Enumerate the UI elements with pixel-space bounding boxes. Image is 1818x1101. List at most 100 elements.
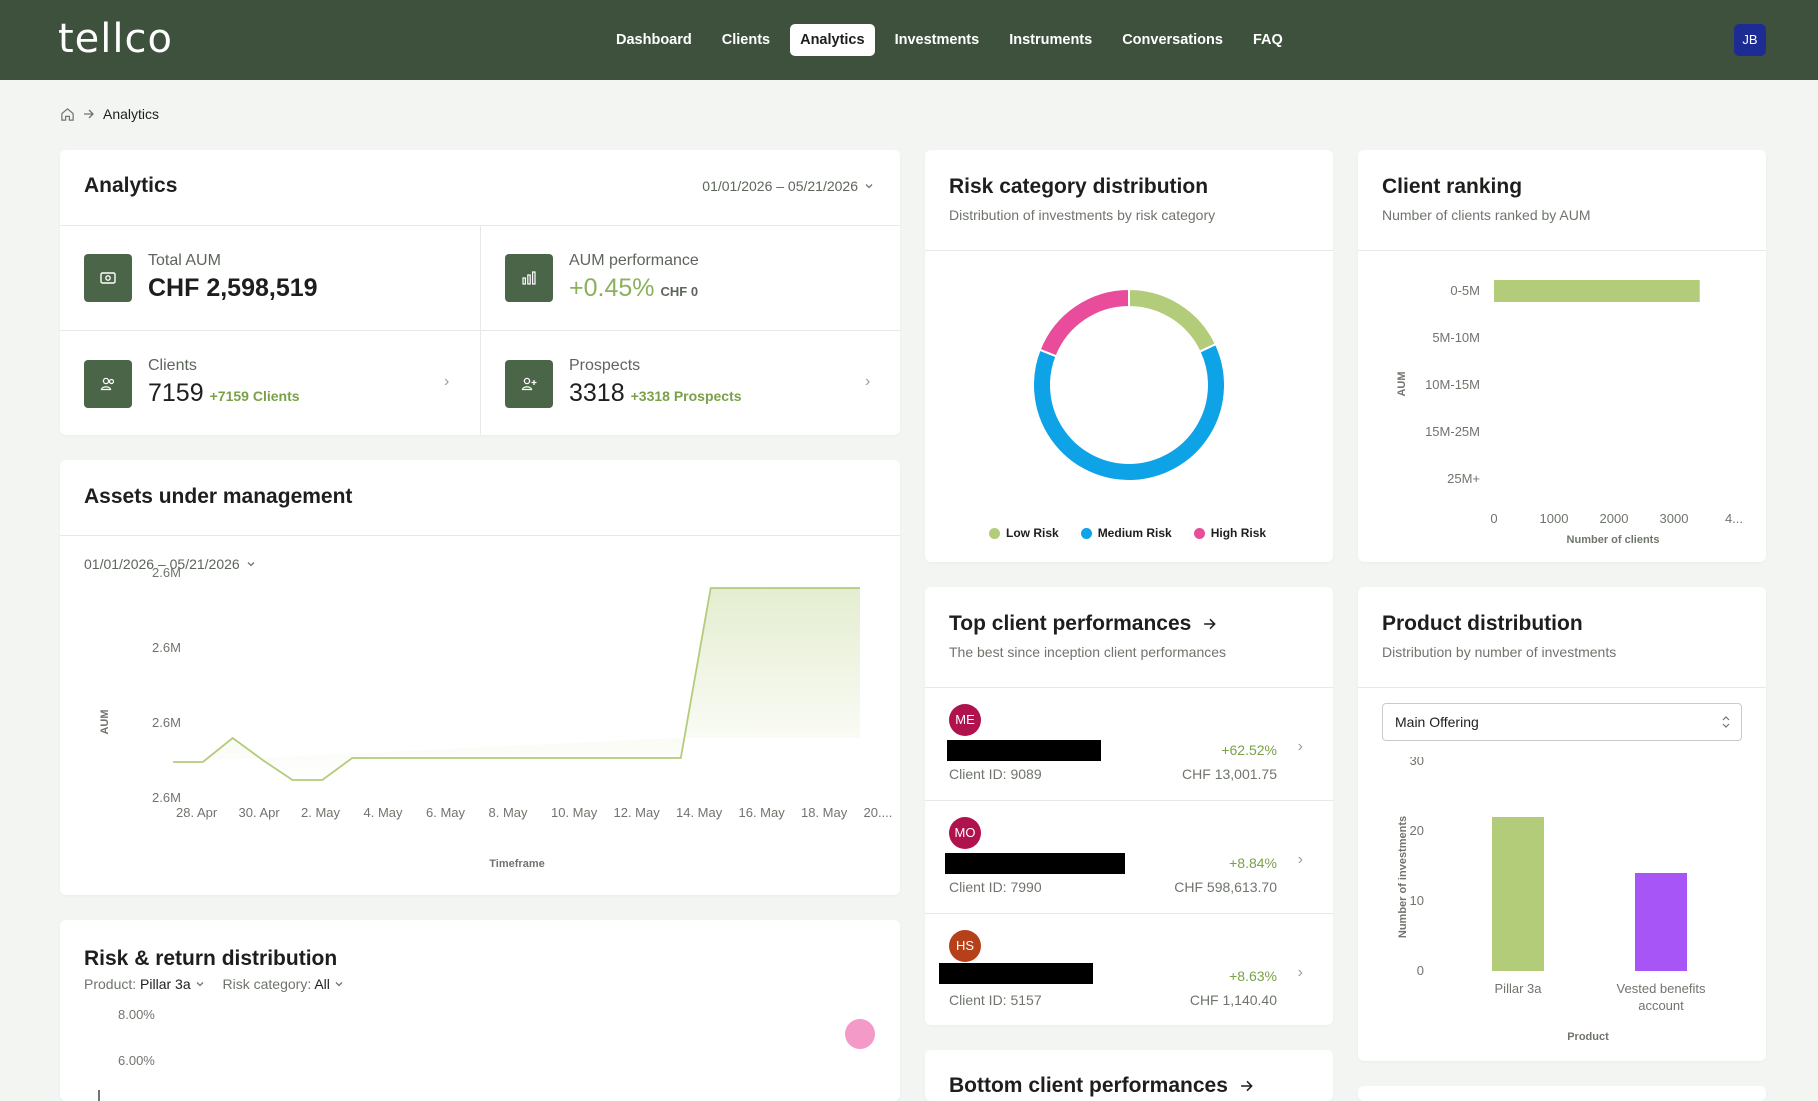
- product-distribution-card: Product distribution Distribution by num…: [1358, 587, 1766, 1061]
- y-tick-label: 25M+: [1447, 471, 1480, 486]
- y-tick-label: 20: [1410, 823, 1424, 838]
- performance-row[interactable]: MO Client ID: 7990 +8.84% CHF 598,613.70…: [925, 800, 1333, 912]
- aum-x-axis-title: Timeframe: [489, 858, 544, 870]
- chevron-down-icon: [196, 982, 203, 987]
- x-tick-label: 14. May: [676, 805, 723, 820]
- x-tick-label: 4. May: [364, 805, 404, 820]
- performance-pct: +62.52%: [1221, 742, 1277, 758]
- redacted-client-name: [945, 853, 1125, 874]
- product-filter[interactable]: Product: Pillar 3a: [84, 976, 205, 992]
- analytics-title: Analytics: [84, 174, 178, 197]
- risk-donut-chart: [1032, 287, 1226, 482]
- prospects-chevron-icon[interactable]: ›: [865, 373, 870, 391]
- client-ranking-card: Client ranking Number of clients ranked …: [1358, 150, 1766, 562]
- nav-faq[interactable]: FAQ: [1243, 24, 1293, 56]
- legend-label: High Risk: [1210, 526, 1267, 540]
- y-tick-label: 10: [1410, 893, 1424, 908]
- next-card: [1358, 1086, 1766, 1101]
- arrow-right-icon: [1240, 1081, 1253, 1092]
- nav-instruments[interactable]: Instruments: [999, 24, 1102, 56]
- legend-label: Low Risk: [1006, 526, 1059, 540]
- x-tick-label: 3000: [1660, 511, 1689, 526]
- performance-row[interactable]: HS Client ID: 5157 +8.63% CHF 1,140.40 ›: [925, 913, 1333, 1025]
- y-tick-label: 2.6M: [152, 640, 181, 655]
- bar-chart-icon: [505, 254, 553, 302]
- client-ranking-title: Client ranking: [1382, 175, 1523, 198]
- x-tick-label: 28. Apr: [176, 805, 218, 820]
- home-icon[interactable]: [60, 107, 75, 122]
- nav-investments[interactable]: Investments: [885, 24, 990, 56]
- scatter-point[interactable]: [845, 1019, 875, 1049]
- y-tick-label: 0: [1417, 963, 1424, 978]
- risk-distribution-title: Risk category distribution: [949, 175, 1209, 198]
- x-tick-label: 1000: [1540, 511, 1569, 526]
- arrow-right-icon: [83, 108, 95, 120]
- bottom-performances-title-text: Bottom client performances: [949, 1074, 1228, 1097]
- chevron-right-icon: ›: [1297, 851, 1303, 868]
- bottom-performances-title[interactable]: Bottom client performances: [949, 1074, 1254, 1098]
- top-navbar: tellco Dashboard Clients Analytics Inves…: [0, 0, 1818, 80]
- bar-0-5M[interactable]: [1494, 280, 1700, 302]
- x-tick-label: account: [1638, 998, 1684, 1013]
- y-tick-label: 5M-10M: [1432, 330, 1480, 345]
- analytics-date-range[interactable]: 01/01/2026 – 05/21/2026: [702, 178, 874, 194]
- x-tick-label: 4...: [1725, 511, 1743, 526]
- bar-vested-benefits-account[interactable]: [1635, 873, 1687, 971]
- client-ranking-chart: AUM Number of clients 0-5M 5M-10M 10M-15M 1…: [1396, 280, 1743, 546]
- prospects-value: 3318 +3318 Prospects: [569, 379, 742, 408]
- total-aum-label: Total AUM: [148, 252, 221, 269]
- aum-performance-pct: +0.45%: [569, 274, 655, 302]
- chevron-down-icon: [335, 982, 343, 987]
- legend-low-risk[interactable]: Low Risk: [989, 526, 1059, 540]
- ranking-y-axis-title: AUM: [1396, 371, 1408, 396]
- clients-label: Clients: [148, 357, 197, 374]
- top-performances-title[interactable]: Top client performances: [949, 612, 1217, 636]
- offering-select[interactable]: Main Offering: [1382, 703, 1742, 741]
- product-filter-label: Product:: [84, 976, 137, 992]
- risk-category-filter[interactable]: Risk category: All: [223, 976, 344, 992]
- clients-chevron-icon[interactable]: ›: [444, 373, 449, 391]
- client-id: Client ID: 7990: [949, 879, 1042, 895]
- product-bar-chart: Number of investments Product 30 20 10 0 Pil…: [1397, 757, 1706, 1043]
- donut-slice-medium-risk[interactable]: [1032, 342, 1226, 482]
- risk-distribution-card: Risk category distribution Distribution …: [925, 150, 1333, 562]
- x-tick-label: Pillar 3a: [1495, 981, 1543, 996]
- client-id: Client ID: 9089: [949, 766, 1042, 782]
- aum-area: [173, 588, 860, 780]
- donut-slice-high-risk[interactable]: [1038, 287, 1130, 358]
- user-avatar[interactable]: JB: [1734, 24, 1766, 56]
- performance-row[interactable]: ME Client ID: 9089 +62.52% CHF 13,001.75…: [925, 687, 1333, 799]
- y-tick-label: 15M-25M: [1425, 424, 1480, 439]
- legend-label: Medium Risk: [1097, 526, 1172, 540]
- legend-medium-risk[interactable]: Medium Risk: [1080, 526, 1172, 540]
- nav-conversations[interactable]: Conversations: [1112, 24, 1233, 56]
- breadcrumb-current: Analytics: [103, 106, 160, 122]
- performance-chf: CHF 598,613.70: [1174, 879, 1277, 895]
- donut-slice-low-risk[interactable]: [1128, 287, 1218, 354]
- client-avatar: HS: [949, 930, 981, 962]
- nav-clients[interactable]: Clients: [712, 24, 780, 56]
- y-tick-label: 2.6M: [152, 715, 181, 730]
- y-tick-label: 6.00%: [118, 1053, 155, 1068]
- legend-high-risk[interactable]: High Risk: [1193, 526, 1267, 540]
- clients-value: 7159 +7159 Clients: [148, 379, 300, 408]
- product-filter-value: Pillar 3a: [140, 976, 191, 992]
- redacted-client-name: [947, 740, 1101, 761]
- ranking-x-axis-title: Number of clients: [1567, 534, 1660, 546]
- nav-dashboard[interactable]: Dashboard: [606, 24, 702, 56]
- x-tick-label: 12. May: [614, 805, 661, 820]
- top-performances-card: Top client performances The best since i…: [925, 587, 1333, 1025]
- tellco-logo[interactable]: tellco: [58, 16, 173, 62]
- bar-pillar-3a[interactable]: [1492, 817, 1544, 971]
- main-nav: Dashboard Clients Analytics Investments …: [606, 24, 1293, 56]
- x-tick-label: 20....: [864, 805, 893, 820]
- client-id: Client ID: 5157: [949, 992, 1042, 1008]
- aum-card: Assets under management 01/01/2026 – 05/…: [60, 460, 900, 895]
- chevron-right-icon: ›: [1297, 738, 1303, 755]
- product-distribution-subtitle: Distribution by number of investments: [1382, 644, 1617, 660]
- x-tick-label: 30. Apr: [239, 805, 281, 820]
- nav-analytics[interactable]: Analytics: [790, 24, 875, 56]
- client-ranking-subtitle: Number of clients ranked by AUM: [1382, 207, 1591, 223]
- y-tick-label: 30: [1410, 757, 1424, 768]
- analytics-card: Analytics 01/01/2026 – 05/21/2026 Total …: [60, 150, 900, 435]
